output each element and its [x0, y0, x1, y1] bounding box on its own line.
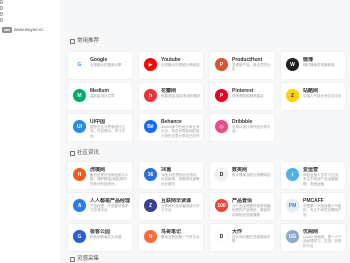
- weibo-icon: W: [286, 58, 299, 71]
- huxiu-card[interactable]: H 虎嗅网 聚合优质的创新信息与人群，捕获精选|深度|犀利的商业科技资讯。: [68, 162, 132, 189]
- site-description: 聚合优质的创新信息与人群，捕获精选|深度|犀利的商业科技资讯。: [90, 173, 129, 186]
- producthunt-icon: P: [215, 58, 228, 71]
- site-description: UGain 优阁网，是一个产品经理学习、交流、分享的平台: [303, 235, 342, 248]
- dazuo-icon: D: [215, 230, 228, 243]
- chanpin100-icon: 100: [215, 199, 228, 212]
- main-content: 常用推荐 G Google 全球最大的搜索引擎 ▶ Youtube 全球最大的视频分享网站…: [60, 0, 350, 263]
- site-description: 随时随地发现新鲜事: [303, 63, 335, 67]
- site-description: 中国人气设计师互动平台: [303, 94, 342, 98]
- site-description: 图形交互与界面设计交流、作品展示、学习平台。: [90, 125, 125, 138]
- woshipm-card[interactable]: A 人人都是产品经理 产品经理、产品爱好者学习交流平台: [68, 193, 132, 220]
- pmcaff-icon: PM: [286, 199, 299, 212]
- site-grid-community: H 虎嗅网 聚合优质的创新信息与人群，捕获精选|深度|犀利的商业科技资讯。 36 36氪…: [68, 162, 345, 251]
- site-description: 高质量设计文章: [90, 94, 115, 98]
- site-description: 移动互联网第一干货平台: [161, 235, 200, 239]
- site-description: 产品经理、产品爱好者学习交流平台: [90, 204, 129, 213]
- digitaling-card[interactable]: D 数英网 数字媒体及职业招聘网站: [210, 162, 274, 189]
- digitaling-icon: D: [215, 168, 228, 181]
- site-description: 36氪为您提供创业资讯、科技新闻、投融资对接等创业服务: [161, 173, 200, 186]
- site-logo-icon: [2, 27, 12, 33]
- site-description: 设计师必备的灵感搜索引擎: [232, 235, 271, 244]
- dribbble-card[interactable]: ◎ Dribbble 全球UI设计师作品分享平台。: [210, 114, 274, 141]
- 36kr-card[interactable]: 36 36氪 36氪为您提供创业资讯、科技新闻、投融资对接等创业服务: [139, 162, 203, 189]
- youtube-card[interactable]: ▶ Youtube 全球最大的视频分享网站: [139, 52, 203, 79]
- sidebar-menu-item[interactable]: 0: [0, 18, 3, 24]
- site-description: 全球UI设计师作品分享平台。: [232, 125, 271, 134]
- zaoduke-card[interactable]: Z 互联网早读课 互联网行业深度阅读与学习平台: [139, 193, 203, 220]
- site-description: 互联网行业深度阅读与学习平台: [161, 204, 200, 213]
- ugain-icon: UG: [286, 230, 299, 243]
- huaban-card[interactable]: h 花瓣网 收集灵感,保存有用的素材: [139, 83, 203, 110]
- woshipm-icon: A: [73, 199, 86, 212]
- producthunt-card[interactable]: P ProductHunt 发现新产品、新创意的社区: [210, 52, 274, 79]
- google-card[interactable]: G Google 全球最大的搜索引擎: [68, 52, 132, 79]
- site-description: 全球最大的视频分享网站: [161, 63, 200, 67]
- zcool-icon: Z: [286, 89, 299, 102]
- medium-card[interactable]: M Medium 高质量设计文章: [68, 83, 132, 110]
- tag-icon: [70, 39, 75, 44]
- site-url: www.wuyue.cc: [14, 27, 44, 32]
- niaogebiji-card[interactable]: N 鸟哥笔记 移动互联网第一干货平台: [139, 224, 203, 251]
- site-description: 发现新产品、新创意的社区: [232, 63, 271, 72]
- behance-icon: Bē: [144, 120, 157, 133]
- site-description: 全球最大的搜索引擎: [90, 63, 122, 67]
- tag-icon: [70, 151, 75, 156]
- ui-china-card[interactable]: UI UI中国 图形交互与界面设计交流、作品展示、学习平台。: [68, 114, 132, 141]
- sidebar-menu: 0 0 0 0: [0, 0, 3, 24]
- site-description: 数字媒体及职业招聘网站: [232, 173, 271, 177]
- ugain-card[interactable]: UG 优阁网 UGain 优阁网，是一个产品经理学习、交流、分享的平台: [281, 224, 345, 251]
- site-description: 全球美图收藏采集站: [232, 94, 264, 98]
- section-title-label: 灵感采集: [77, 256, 100, 262]
- geekpark-card[interactable]: G 极客公园 科技创新者的大本营: [68, 224, 132, 251]
- site-description: 收集灵感,保存有用的素材: [161, 94, 201, 98]
- google-icon: G: [73, 58, 86, 71]
- geekpark-icon: G: [73, 230, 86, 243]
- 36kr-icon: 36: [144, 168, 157, 181]
- site-description: 网站运营人员学习交流，专注于网站产品运营管理、淘宝运营。: [303, 173, 342, 186]
- site-home-link[interactable]: www.wuyue.cc: [2, 26, 58, 34]
- youtube-icon: ▶: [144, 58, 157, 71]
- section-title-inspiration: 灵感采集: [70, 255, 190, 263]
- chanpin100-card[interactable]: 100 产品壹佰 为产品经理爱好者提供最优秀的产品资讯、原创内容和相关视频课程: [210, 193, 274, 220]
- dazuo-card[interactable]: D 大作 设计师必备的灵感搜索引擎: [210, 224, 274, 251]
- site-description: Adobe旗下的设计师交流平台，来自世界各地的设计师在这里分享自己的作品。: [161, 125, 200, 138]
- ui-china-icon: UI: [73, 120, 86, 133]
- pinterest-card[interactable]: P Pinterest 全球美图收藏采集站: [210, 83, 274, 110]
- sidebar: 0 0 0 0 www.wuyue.cc: [0, 0, 60, 263]
- pinterest-icon: P: [215, 89, 228, 102]
- huaban-icon: h: [144, 89, 157, 102]
- page: 0 0 0 0 www.wuyue.cc 常用推荐 G Google 全球最大的搜索…: [0, 0, 350, 263]
- medium-icon: M: [73, 89, 86, 102]
- weibo-card[interactable]: W 微博 随时随地发现新鲜事: [281, 52, 345, 79]
- section-title-community: 社区资讯: [70, 149, 190, 157]
- behance-card[interactable]: Bē Behance Adobe旗下的设计师交流平台，来自世界各地的设计师在这里分享…: [139, 114, 203, 141]
- pmcaff-card[interactable]: PM PMCAFF 中国第一产品经理人气组织，专注于研究互联网产品: [281, 193, 345, 220]
- zaoduke-icon: Z: [144, 199, 157, 212]
- niaogebiji-icon: N: [144, 230, 157, 243]
- dribbble-icon: ◎: [215, 120, 228, 133]
- iyunying-card[interactable]: i 爱运营 网站运营人员学习交流，专注于网站产品运营管理、淘宝运营。: [281, 162, 345, 189]
- section-title-label: 常用推荐: [77, 38, 100, 44]
- zcool-card[interactable]: Z 站酷网 中国人气设计师互动平台: [281, 83, 345, 110]
- site-description: 中国第一产品经理人气组织，专注于研究互联网产品: [303, 204, 342, 217]
- tag-icon: [70, 257, 75, 262]
- iyunying-icon: i: [286, 168, 299, 181]
- site-grid-common: G Google 全球最大的搜索引擎 ▶ Youtube 全球最大的视频分享网站 P Prod…: [68, 52, 345, 141]
- site-description: 科技创新者的大本营: [90, 235, 122, 239]
- section-title-label: 社区资讯: [77, 150, 100, 156]
- site-description: 为产品经理爱好者提供最优秀的产品资讯、原创内容和相关视频课程: [232, 204, 271, 217]
- section-title-common: 常用推荐: [70, 37, 190, 45]
- huxiu-icon: H: [73, 168, 86, 181]
